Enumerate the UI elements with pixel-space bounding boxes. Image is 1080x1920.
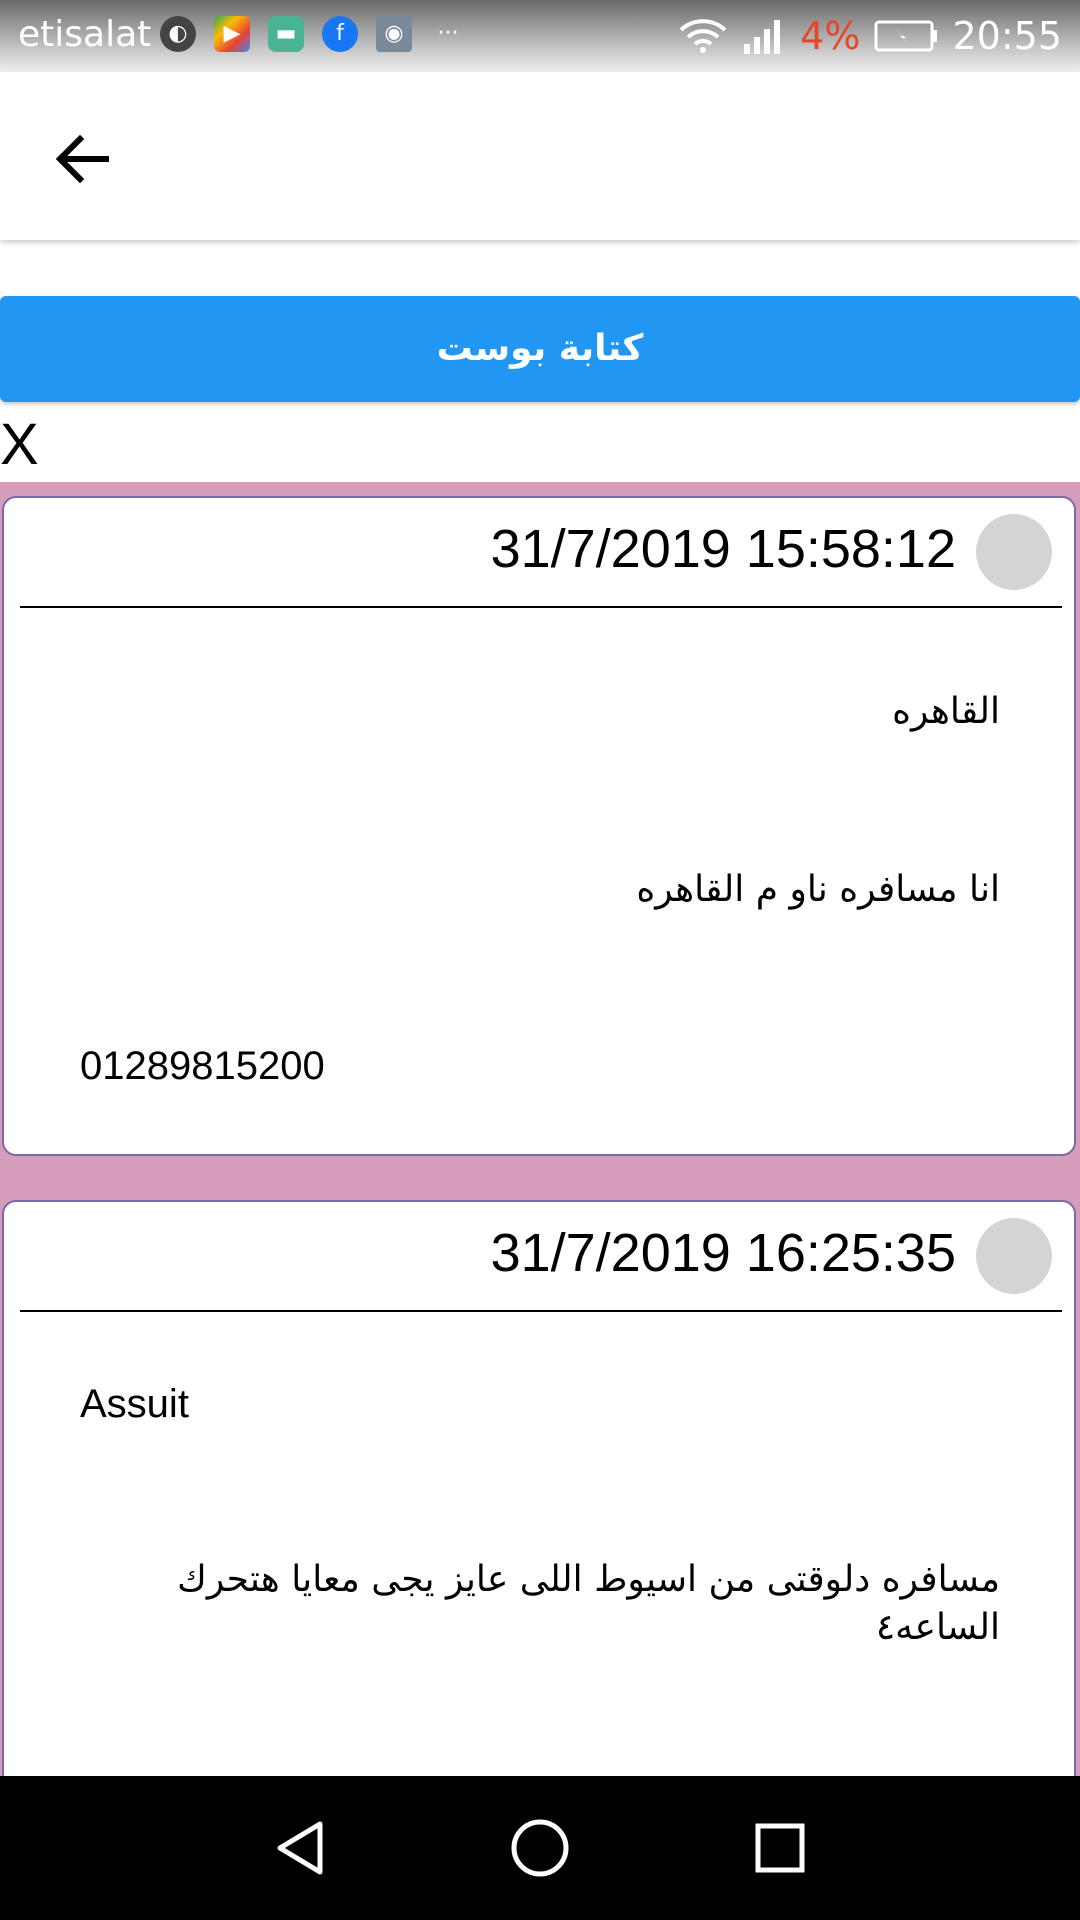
back-arrow-icon bbox=[55, 134, 109, 184]
nav-recents-button[interactable] bbox=[748, 1816, 812, 1880]
battery-percent: 4% bbox=[800, 14, 861, 58]
post-card: 31/7/2019 16:25:35 Assuit مسافره دلوقتى … bbox=[2, 1200, 1076, 1776]
nav-home-icon bbox=[511, 1819, 569, 1877]
clock: 20:55 bbox=[952, 14, 1062, 58]
divider bbox=[20, 1310, 1062, 1312]
back-button[interactable] bbox=[50, 127, 114, 191]
close-button[interactable]: X bbox=[0, 410, 39, 480]
nav-recents-icon bbox=[755, 1823, 805, 1873]
avatar bbox=[976, 514, 1052, 590]
post-city: القاهره bbox=[892, 691, 1000, 732]
divider bbox=[20, 606, 1062, 608]
profile-icon: ◐ bbox=[160, 16, 196, 52]
carrier-name: etisalat bbox=[18, 14, 152, 55]
facebook-icon: f bbox=[322, 16, 358, 52]
post-date: 31/7/2019 15:58:12 bbox=[490, 519, 956, 579]
write-post-button[interactable]: كتابة بوست bbox=[0, 296, 1080, 402]
post-message-line-2: الساعه٤ bbox=[875, 1607, 1000, 1648]
nav-home-button[interactable] bbox=[508, 1816, 572, 1880]
post-city: Assuit bbox=[80, 1382, 189, 1426]
post-card: 31/7/2019 15:58:12 القاهره انا مسافره نا… bbox=[2, 496, 1076, 1156]
signal-icon bbox=[742, 18, 786, 54]
nav-back-button[interactable] bbox=[268, 1816, 332, 1880]
wifi-icon bbox=[678, 18, 728, 54]
app-bar bbox=[0, 72, 1080, 240]
post-header: 31/7/2019 16:25:35 bbox=[4, 1202, 1074, 1312]
more-notifications-icon: ··· bbox=[437, 21, 459, 46]
avatar bbox=[976, 1218, 1052, 1294]
post-message: انا مسافره ناو م القاهره bbox=[636, 869, 1000, 910]
battery-charging-icon bbox=[874, 20, 938, 52]
post-header: 31/7/2019 15:58:12 bbox=[4, 498, 1074, 608]
post-phone[interactable]: 01289815200 bbox=[80, 1042, 325, 1090]
mail-eye-icon: ◉ bbox=[376, 16, 412, 52]
post-message-line-1: مسافره دلوقتى من اسيوط اللى عايز يجى معا… bbox=[177, 1559, 1000, 1600]
navigation-bar bbox=[0, 1776, 1080, 1920]
post-date: 31/7/2019 16:25:35 bbox=[490, 1223, 956, 1283]
notification-icons: ◐ ▶ ▬ f ◉ ··· bbox=[160, 16, 466, 52]
status-bar: etisalat ◐ ▶ ▬ f ◉ ··· 4% 20:55 bbox=[0, 0, 1080, 72]
messages-icon: ▬ bbox=[268, 16, 304, 52]
posts-feed[interactable]: 31/7/2019 15:58:12 القاهره انا مسافره نا… bbox=[0, 482, 1080, 1776]
nav-back-icon bbox=[277, 1821, 323, 1875]
play-games-icon: ▶ bbox=[214, 16, 250, 52]
